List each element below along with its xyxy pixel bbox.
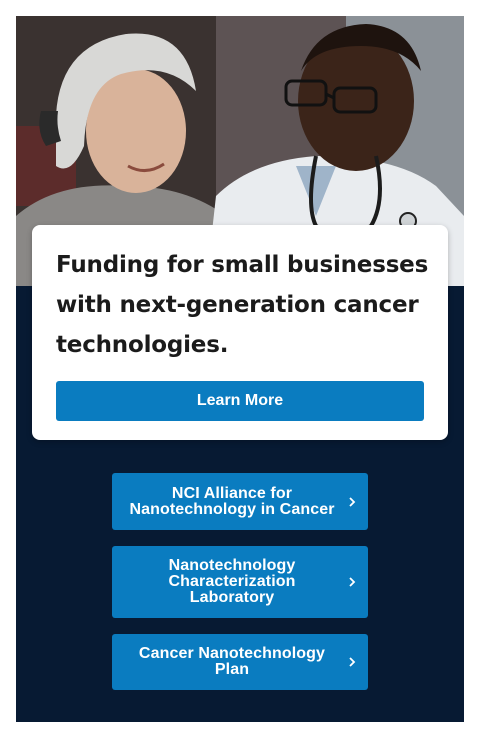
link-label: Nanotechnology Characterization Laborato… xyxy=(168,557,296,606)
link-nci-alliance-nanotechnology[interactable]: NCI Alliance for Nanotechnology in Cance… xyxy=(112,473,368,530)
link-label: NCI Alliance for Nanotechnology in Cance… xyxy=(129,484,335,518)
promo-card: Funding for small businesses with next-g… xyxy=(32,225,448,440)
chevron-right-icon xyxy=(349,577,356,587)
link-nanotechnology-characterization-lab[interactable]: Nanotechnology Characterization Laborato… xyxy=(112,546,368,618)
link-cancer-nanotechnology-plan[interactable]: Cancer Nanotechnology Plan xyxy=(112,634,368,690)
learn-more-button[interactable]: Learn More xyxy=(56,381,424,421)
link-label: Cancer Nanotechnology Plan xyxy=(138,645,326,678)
promo-headline: Funding for small businesses with next-g… xyxy=(56,252,429,358)
chevron-right-icon xyxy=(349,657,356,667)
chevron-right-icon xyxy=(349,496,356,507)
promo-panel: Funding for small businesses with next-g… xyxy=(16,16,464,722)
